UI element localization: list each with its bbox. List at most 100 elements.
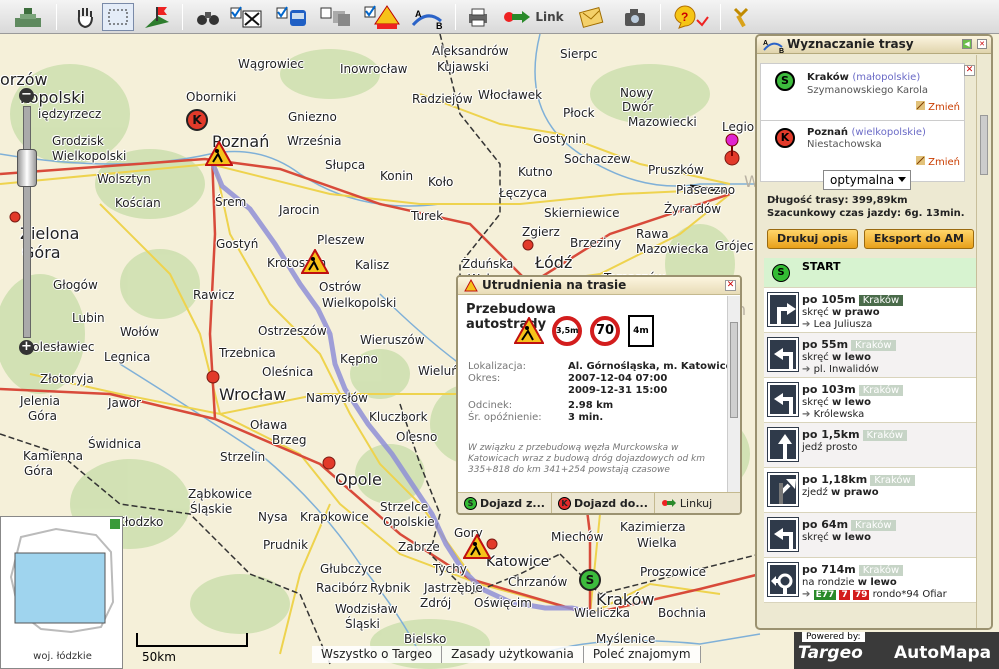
- popup-scrollbar[interactable]: [727, 296, 740, 494]
- city-marker: [206, 370, 220, 384]
- city-marker: [522, 239, 534, 251]
- city-label: Bielsko: [404, 632, 447, 646]
- export-am-button[interactable]: Eksport do AM: [863, 229, 974, 249]
- zoom-control[interactable]: − +: [17, 88, 37, 356]
- route-actions: Drukuj opis Eksport do AM: [767, 229, 974, 249]
- link-chain-icon: [504, 11, 531, 23]
- city-label: Nysa: [258, 510, 288, 524]
- panel-scrollbar[interactable]: [976, 55, 991, 628]
- route-step[interactable]: po 1,5km Kraków jedź prosto: [764, 423, 977, 468]
- step-distance: po 64m Kraków: [802, 518, 896, 531]
- turn-left-icon: [767, 517, 799, 552]
- step-city-tag: Kraków: [858, 565, 904, 576]
- layers-button[interactable]: [318, 3, 356, 31]
- home-map-button[interactable]: [8, 3, 48, 31]
- select-area-button[interactable]: [102, 3, 134, 31]
- brand-logo[interactable]: Powered by: Targeo AutoMapa: [794, 632, 999, 669]
- link-incident-button[interactable]: Linkuj: [655, 493, 718, 514]
- city-label: Kujawski: [437, 60, 489, 74]
- city-label: Piaseczno: [676, 183, 736, 197]
- step-instruction: skręć w lewo: [802, 352, 871, 363]
- city-label: Namysłów: [306, 391, 368, 405]
- detail-key: [468, 385, 568, 397]
- route-ab-button[interactable]: AB: [408, 3, 446, 31]
- pan-hand-button[interactable]: [72, 3, 98, 31]
- svg-text:A: A: [415, 9, 422, 19]
- route-step[interactable]: po 714m Kraków na rondzie w lewo ➔ E77 7 79…: [764, 558, 977, 603]
- link-terms[interactable]: Zasady użytkowania: [442, 646, 584, 663]
- route-end-marker[interactable]: K: [186, 109, 208, 131]
- scroll-thumb[interactable]: [980, 115, 988, 175]
- print-button[interactable]: [465, 3, 491, 31]
- route-flag-button[interactable]: [140, 3, 174, 31]
- close-icon[interactable]: ✕: [977, 39, 987, 49]
- change-start-link[interactable]: Zmień: [915, 101, 960, 113]
- zoom-in-button[interactable]: +: [19, 340, 34, 355]
- public-transport-button[interactable]: [274, 3, 310, 31]
- traffic-warnings-button[interactable]: [362, 3, 402, 31]
- route-step[interactable]: po 64m Kraków skręć w lewo: [764, 513, 977, 558]
- city-label: Bochnia: [658, 606, 707, 620]
- city-label: Olesno: [396, 430, 438, 444]
- city-label: Słupca: [325, 158, 366, 172]
- city-label: Śrem: [215, 195, 247, 209]
- city-label: Wielkopolski: [52, 149, 127, 163]
- width-limit-sign: 3,5m: [552, 316, 582, 346]
- wrench-icon: [733, 7, 749, 28]
- clear-waypoints-icon[interactable]: ✕: [964, 65, 975, 76]
- svg-text:B: B: [779, 48, 784, 53]
- waypoint-start[interactable]: S Kraków (małopolskie) Szymanowskiego Ka…: [760, 63, 965, 125]
- route-start-marker[interactable]: S: [579, 569, 601, 591]
- link-about[interactable]: Wszystko o Targeo: [312, 646, 443, 663]
- city-label: Lubin: [72, 311, 105, 325]
- route-step-start[interactable]: S START: [764, 258, 977, 288]
- city-label: iędzyrzecz: [38, 107, 102, 121]
- email-button[interactable]: [576, 3, 606, 31]
- city-label: Trzebnica: [219, 346, 276, 360]
- lane-width-sign: 4m: [628, 315, 654, 347]
- route-panel: AB Wyznaczanie trasy ◀ ✕ S Kraków (małop…: [755, 34, 993, 630]
- minimap-toggle[interactable]: [110, 519, 120, 529]
- screenshot-button[interactable]: [620, 3, 650, 31]
- city-label: Łódź: [535, 253, 573, 272]
- route-step[interactable]: po 1,18km Kraków zjedź w prawo: [764, 468, 977, 513]
- change-label: Zmień: [928, 102, 960, 113]
- route-step[interactable]: po 55m Kraków skręć w lewo ➔ pl. Inwalidów: [764, 333, 977, 378]
- route-step[interactable]: po 103m Kraków skręć w lewo ➔ Królewska: [764, 378, 977, 423]
- roadwork-warning-marker[interactable]: [462, 532, 492, 563]
- scroll-thumb[interactable]: [730, 322, 738, 418]
- overview-minimap[interactable]: woj. łódzkie: [0, 516, 123, 669]
- route-to-button[interactable]: K Dojazd do...: [552, 492, 655, 513]
- start-dot-icon: S: [772, 264, 790, 282]
- help-button[interactable]: ?: [670, 3, 710, 31]
- collapse-icon[interactable]: ◀: [962, 39, 972, 49]
- zoom-out-button[interactable]: −: [19, 88, 34, 103]
- tools-button[interactable]: [728, 3, 754, 31]
- route-step[interactable]: po 105m Kraków skręć w prawo ➔ Lea Juliusza: [764, 288, 977, 333]
- traffic-info-popup: Utrudnienia na trasie ✕ Przebudowa autos…: [456, 275, 742, 515]
- turn-right-icon: [767, 292, 799, 327]
- print-description-button[interactable]: Drukuj opis: [767, 229, 858, 249]
- step-distance: po 714m Kraków: [802, 563, 904, 576]
- step-instruction: skręć w lewo: [802, 532, 871, 543]
- change-end-link[interactable]: Zmień: [915, 156, 960, 168]
- roadwork-warning-marker[interactable]: [300, 247, 330, 278]
- city-label: Zdrój: [420, 596, 452, 610]
- popup-footer: S Dojazd z... K Dojazd do... Linkuj: [458, 492, 740, 513]
- zoom-slider-handle[interactable]: [17, 149, 37, 187]
- link-recommend[interactable]: Poleć znajomym: [584, 646, 701, 663]
- route-from-button[interactable]: S Dojazd z...: [458, 492, 552, 513]
- popup-header: Utrudnienia na trasie ✕: [458, 277, 740, 295]
- link-button[interactable]: Link: [500, 3, 566, 31]
- city-label: Oborniki: [186, 90, 237, 104]
- close-icon[interactable]: ✕: [725, 280, 736, 291]
- toggle-hide-button[interactable]: [228, 3, 268, 31]
- roadwork-warning-marker[interactable]: [204, 139, 234, 170]
- city-label: Dwór: [622, 100, 654, 114]
- city-label: Ostrów: [319, 280, 362, 294]
- city-label: Konin: [380, 169, 414, 183]
- binoculars-button[interactable]: [195, 3, 221, 31]
- zoom-track[interactable]: [17, 106, 37, 338]
- route-type-select[interactable]: optymalna: [823, 170, 911, 190]
- edit-icon: [915, 101, 925, 110]
